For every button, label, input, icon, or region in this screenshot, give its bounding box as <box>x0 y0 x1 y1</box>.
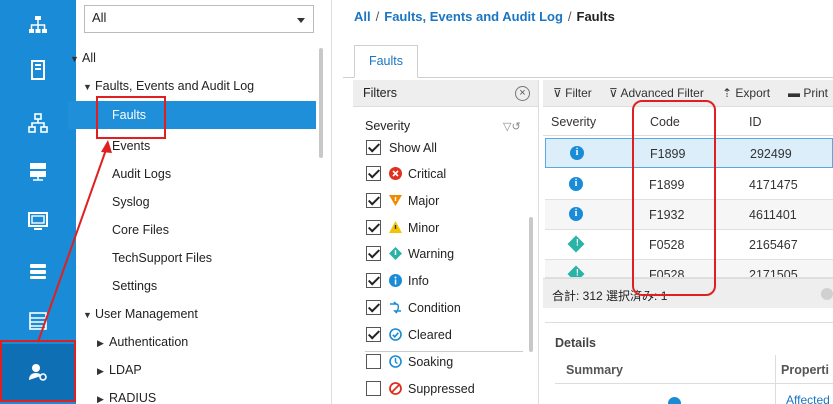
info-icon: i <box>570 146 584 160</box>
filter-info[interactable]: Info <box>366 270 429 292</box>
expand-caret-icon[interactable]: ▼ <box>83 73 95 101</box>
checkbox[interactable] <box>366 381 381 397</box>
filter-warning[interactable]: Warning <box>366 243 454 265</box>
column-id[interactable]: ID <box>749 115 762 129</box>
checkbox[interactable] <box>366 300 381 316</box>
filters-panel: Filters × Severity ▽↺ Show All Critical … <box>353 80 539 404</box>
tree-node-settings[interactable]: Settings <box>112 272 157 300</box>
filter-cleared[interactable]: Cleared <box>366 324 452 346</box>
tree-node-radius[interactable]: ▶ RADIUS <box>97 384 156 404</box>
vm-icon[interactable] <box>0 296 76 346</box>
tree-filter-select[interactable]: All <box>84 5 314 33</box>
filter-soaking[interactable]: Soaking <box>366 351 453 373</box>
tree-node-all[interactable]: ▼ All <box>70 44 96 72</box>
advanced-filter-button[interactable]: ⊽ Advanced Filter <box>609 86 704 100</box>
breadcrumb-current: Faults <box>576 9 615 24</box>
filters-scrollbar[interactable] <box>529 217 533 352</box>
print-button[interactable]: ▬ Print <box>788 86 828 100</box>
info-icon <box>668 397 681 404</box>
checkbox[interactable] <box>366 327 381 343</box>
expand-caret-icon[interactable]: ▼ <box>70 45 82 73</box>
info-icon: i <box>569 177 583 191</box>
checkbox[interactable] <box>366 193 381 209</box>
checkbox[interactable] <box>366 166 381 182</box>
breadcrumb-all[interactable]: All <box>354 9 371 24</box>
server-icon[interactable] <box>0 45 76 95</box>
tree-node-core-files[interactable]: Core Files <box>112 216 169 244</box>
checkbox[interactable] <box>366 140 381 156</box>
warning-icon: ! <box>567 265 585 277</box>
column-severity[interactable]: Severity <box>551 115 596 129</box>
checkbox[interactable] <box>366 354 381 370</box>
severity-label: Severity <box>365 119 411 133</box>
details-panel: Details Summary Properti Affected <box>545 322 833 404</box>
breadcrumb-faults-events-audit[interactable]: Faults, Events and Audit Log <box>384 9 563 24</box>
annotation-box-admin <box>0 340 76 402</box>
cleared-icon <box>389 328 402 342</box>
filter-show-all[interactable]: Show All <box>366 137 437 159</box>
info-icon: i <box>569 207 583 221</box>
tree-node-authentication[interactable]: ▶ Authentication <box>97 328 188 356</box>
filter-minor[interactable]: Minor <box>366 217 439 239</box>
expand-caret-icon[interactable]: ▼ <box>83 301 95 329</box>
filter-condition[interactable]: Condition <box>366 297 461 319</box>
equipment-tree-icon[interactable] <box>0 0 76 50</box>
tab-bar: Faults <box>343 42 833 78</box>
tree-scrollbar[interactable] <box>319 48 323 158</box>
storage-icon[interactable] <box>0 146 76 196</box>
print-icon: ▬ <box>788 86 804 100</box>
collapse-caret-icon[interactable]: ▶ <box>97 329 109 357</box>
annotation-box-code-column <box>632 100 716 296</box>
checkbox[interactable] <box>366 246 381 262</box>
info-icon <box>389 274 402 288</box>
rack-icon[interactable] <box>0 246 76 296</box>
export-icon: ⇡ <box>722 86 736 100</box>
horizontal-scrollbar[interactable] <box>821 288 833 300</box>
minor-icon <box>389 221 402 234</box>
nav-tree: All ▼ All ▼ Faults, Events and Audit Log F… <box>68 0 332 404</box>
affected-object-link[interactable]: Affected <box>786 393 830 404</box>
details-summary-header: Summary <box>566 363 623 377</box>
filters-header: Filters × <box>353 80 538 107</box>
critical-icon <box>389 167 402 181</box>
filter-button[interactable]: ⊽ Filter <box>553 86 592 100</box>
divider <box>555 383 833 384</box>
tree-node-ldap[interactable]: ▶ LDAP <box>97 356 142 384</box>
checkbox[interactable] <box>366 273 381 289</box>
filter-suppressed[interactable]: Suppressed <box>366 378 475 400</box>
network-icon[interactable] <box>0 98 76 148</box>
filters-title: Filters <box>363 86 398 100</box>
condition-icon <box>390 301 401 314</box>
tab-faults[interactable]: Faults <box>354 45 418 78</box>
funnel-icon: ⊽ <box>553 86 566 100</box>
tree-filter-value: All <box>92 10 107 25</box>
tree-node-techsupport-files[interactable]: TechSupport Files <box>112 244 212 272</box>
warning-icon: ! <box>567 235 585 253</box>
tree-node-audit-logs[interactable]: Audit Logs <box>112 160 171 188</box>
chevron-down-icon <box>297 18 305 23</box>
warning-icon <box>389 247 402 261</box>
filter-critical[interactable]: Critical <box>366 163 446 185</box>
details-title: Details <box>555 336 596 350</box>
collapse-caret-icon[interactable]: ▶ <box>97 357 109 385</box>
export-button[interactable]: ⇡ Export <box>722 86 770 100</box>
close-icon[interactable]: × <box>515 86 530 101</box>
collapse-caret-icon[interactable]: ▶ <box>97 385 109 404</box>
filter-reset-icon[interactable]: ▽↺ <box>503 120 521 133</box>
details-properties-header: Properti <box>781 363 829 377</box>
annotation-box-faults <box>96 96 166 139</box>
tree-node-syslog[interactable]: Syslog <box>112 188 150 216</box>
chassis-icon[interactable] <box>0 196 76 246</box>
suppressed-icon <box>389 382 402 396</box>
checkbox[interactable] <box>366 220 381 236</box>
divider <box>775 355 776 404</box>
breadcrumb: All / Faults, Events and Audit Log / Faults <box>354 9 615 24</box>
major-icon <box>389 195 402 207</box>
advanced-funnel-icon: ⊽ <box>609 86 621 100</box>
tree-node-user-management[interactable]: ▼ User Management <box>83 300 198 328</box>
soaking-icon <box>389 355 402 369</box>
filter-major[interactable]: Major <box>366 190 439 212</box>
